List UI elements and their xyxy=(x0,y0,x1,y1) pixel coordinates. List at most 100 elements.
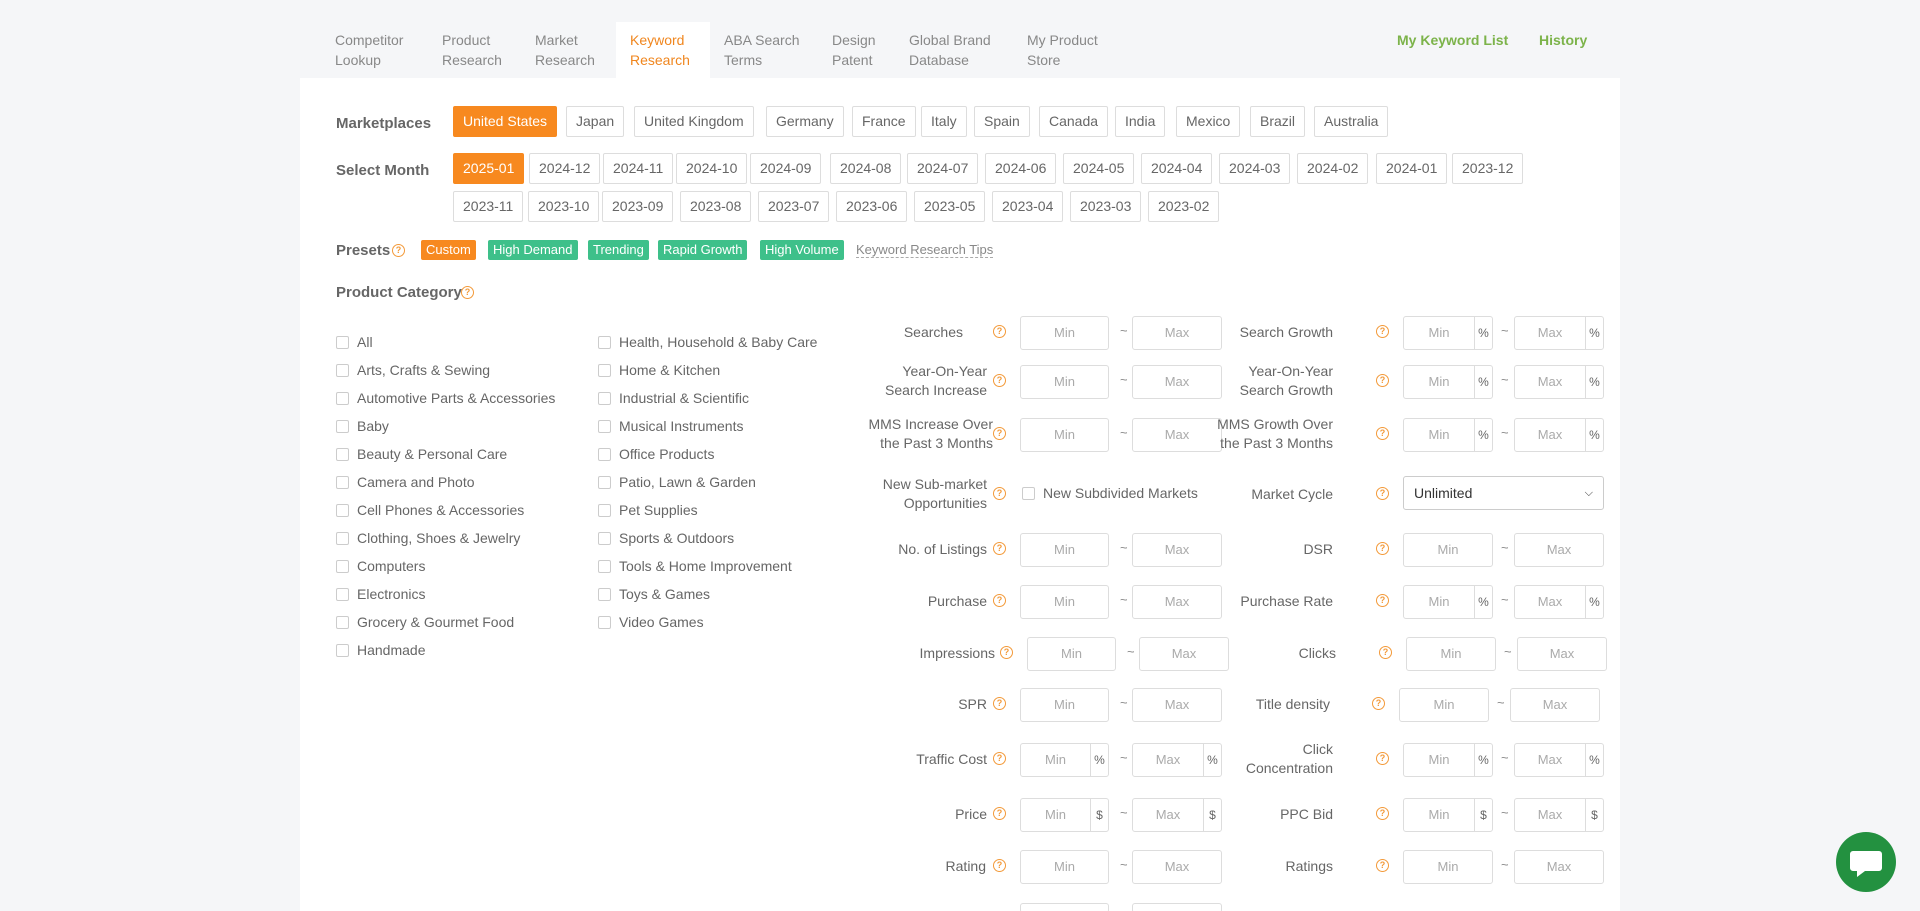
month-2023-12[interactable]: 2023-12 xyxy=(1452,153,1524,184)
question-circle-icon[interactable]: ? xyxy=(1372,697,1385,710)
searches-min-input[interactable]: Min xyxy=(1020,316,1109,350)
checkbox-icon[interactable] xyxy=(598,476,611,489)
category-checkbox[interactable]: Video Games xyxy=(598,614,704,630)
question-circle-icon[interactable]: ? xyxy=(993,487,1006,500)
price-min-input[interactable]: Min $ xyxy=(1020,798,1109,832)
checkbox-icon[interactable] xyxy=(336,448,349,461)
checkbox-icon[interactable] xyxy=(598,532,611,545)
month-2024-08[interactable]: 2024-08 xyxy=(830,153,902,184)
mms-increase-min-input[interactable]: Min xyxy=(1020,418,1109,452)
category-checkbox[interactable]: Grocery & Gourmet Food xyxy=(336,614,514,630)
tab-product-research[interactable]: Product Research xyxy=(442,22,502,78)
category-checkbox[interactable]: Clothing, Shoes & Jewelry xyxy=(336,530,520,546)
question-circle-icon[interactable]: ? xyxy=(1376,487,1389,500)
next-row-min-input[interactable] xyxy=(1020,903,1109,911)
month-2023-08[interactable]: 2023-08 xyxy=(680,191,752,222)
month-2023-09[interactable]: 2023-09 xyxy=(602,191,674,222)
question-circle-icon[interactable]: ? xyxy=(993,594,1006,607)
month-2025-01[interactable]: 2025-01 xyxy=(453,153,525,184)
ratings-max-input[interactable]: Max xyxy=(1514,850,1604,884)
search-growth-min-input[interactable]: Min% xyxy=(1403,316,1493,350)
tab-design-patent[interactable]: Design Patent xyxy=(832,22,876,78)
question-circle-icon[interactable]: ? xyxy=(993,807,1006,820)
spr-max-input[interactable]: Max xyxy=(1132,688,1222,722)
month-2023-10[interactable]: 2023-10 xyxy=(528,191,600,222)
purchase-min-input[interactable]: Min xyxy=(1020,585,1109,619)
checkbox-icon[interactable] xyxy=(336,476,349,489)
impressions-max-input[interactable]: Max xyxy=(1139,637,1229,671)
category-checkbox[interactable]: Home & Kitchen xyxy=(598,362,720,378)
keyword-research-tips-link[interactable]: Keyword Research Tips xyxy=(856,242,994,258)
question-circle-icon[interactable]: ? xyxy=(1376,374,1389,387)
checkbox-icon[interactable] xyxy=(598,392,611,405)
traffic-cost-min-input[interactable]: Min% xyxy=(1020,743,1109,777)
question-circle-icon[interactable]: ? xyxy=(993,697,1006,710)
mms-growth-min-input[interactable]: Min% xyxy=(1403,418,1493,452)
month-2023-05[interactable]: 2023-05 xyxy=(914,191,986,222)
preset-high-volume[interactable]: High Volume xyxy=(760,240,844,260)
category-checkbox[interactable]: Cell Phones & Accessories xyxy=(336,502,524,518)
category-checkbox[interactable]: Computers xyxy=(336,558,425,574)
chat-button[interactable] xyxy=(1836,832,1896,892)
category-checkbox[interactable]: Pet Supplies xyxy=(598,502,698,518)
preset-custom[interactable]: Custom xyxy=(421,240,476,260)
category-checkbox[interactable]: Camera and Photo xyxy=(336,474,475,490)
searches-max-input[interactable]: Max xyxy=(1132,316,1222,350)
month-2024-06[interactable]: 2024-06 xyxy=(985,153,1057,184)
checkbox-icon[interactable] xyxy=(336,392,349,405)
category-checkbox[interactable]: Beauty & Personal Care xyxy=(336,446,507,462)
tab-my-product-store[interactable]: My Product Store xyxy=(1027,22,1098,78)
checkbox-icon[interactable] xyxy=(336,644,349,657)
month-2024-01[interactable]: 2024-01 xyxy=(1376,153,1448,184)
category-checkbox[interactable]: Office Products xyxy=(598,446,714,462)
purchase-rate-max-input[interactable]: Max% xyxy=(1514,585,1604,619)
purchase-max-input[interactable]: Max xyxy=(1132,585,1222,619)
question-circle-icon[interactable]: ? xyxy=(1376,859,1389,872)
marketplace-brazil[interactable]: Brazil xyxy=(1250,106,1306,137)
month-2024-02[interactable]: 2024-02 xyxy=(1297,153,1369,184)
clicks-min-input[interactable]: Min xyxy=(1406,637,1496,671)
history-link[interactable]: History xyxy=(1539,32,1587,48)
mms-growth-max-input[interactable]: Max% xyxy=(1514,418,1604,452)
next-row-max-input[interactable] xyxy=(1132,903,1222,911)
month-2024-12[interactable]: 2024-12 xyxy=(529,153,601,184)
checkbox-icon[interactable] xyxy=(336,588,349,601)
checkbox-icon[interactable] xyxy=(336,504,349,517)
impressions-min-input[interactable]: Min xyxy=(1027,637,1116,671)
tab-aba-search-terms[interactable]: ABA Search Terms xyxy=(724,22,800,78)
question-circle-icon[interactable]: ? xyxy=(1000,646,1013,659)
click-concentration-max-input[interactable]: Max% xyxy=(1514,743,1604,777)
yoy-search-increase-min-input[interactable]: Min xyxy=(1020,365,1109,399)
listings-max-input[interactable]: Max xyxy=(1132,533,1222,567)
question-circle-icon[interactable]: ? xyxy=(1379,646,1392,659)
question-circle-icon[interactable]: ? xyxy=(392,244,405,257)
checkbox-icon[interactable] xyxy=(336,532,349,545)
price-max-input[interactable]: Max $ xyxy=(1132,798,1222,832)
market-cycle-select[interactable]: Unlimited ⌵ xyxy=(1403,476,1604,510)
yoy-search-growth-min-input[interactable]: Min% xyxy=(1403,365,1493,399)
marketplace-australia[interactable]: Australia xyxy=(1314,106,1389,137)
question-circle-icon[interactable]: ? xyxy=(1376,752,1389,765)
question-circle-icon[interactable]: ? xyxy=(993,374,1006,387)
month-2023-07[interactable]: 2023-07 xyxy=(758,191,830,222)
purchase-rate-min-input[interactable]: Min% xyxy=(1403,585,1493,619)
category-checkbox[interactable]: Baby xyxy=(336,418,389,434)
category-checkbox[interactable]: Sports & Outdoors xyxy=(598,530,734,546)
listings-min-input[interactable]: Min xyxy=(1020,533,1109,567)
category-checkbox[interactable]: Arts, Crafts & Sewing xyxy=(336,362,490,378)
yoy-search-increase-max-input[interactable]: Max xyxy=(1132,365,1222,399)
question-circle-icon[interactable]: ? xyxy=(993,427,1006,440)
tab-market-research[interactable]: Market Research xyxy=(535,22,595,78)
checkbox-icon[interactable] xyxy=(336,364,349,377)
month-2024-03[interactable]: 2024-03 xyxy=(1219,153,1291,184)
category-checkbox[interactable]: Automotive Parts & Accessories xyxy=(336,390,555,406)
category-checkbox[interactable]: Industrial & Scientific xyxy=(598,390,749,406)
my-keyword-list-link[interactable]: My Keyword List xyxy=(1397,32,1508,48)
checkbox-icon[interactable] xyxy=(598,420,611,433)
marketplace-united-kingdom[interactable]: United Kingdom xyxy=(634,106,754,137)
question-circle-icon[interactable]: ? xyxy=(1376,807,1389,820)
checkbox-icon[interactable] xyxy=(598,364,611,377)
clicks-max-input[interactable]: Max xyxy=(1517,637,1607,671)
checkbox-icon[interactable] xyxy=(336,336,349,349)
marketplace-italy[interactable]: Italy xyxy=(921,106,967,137)
